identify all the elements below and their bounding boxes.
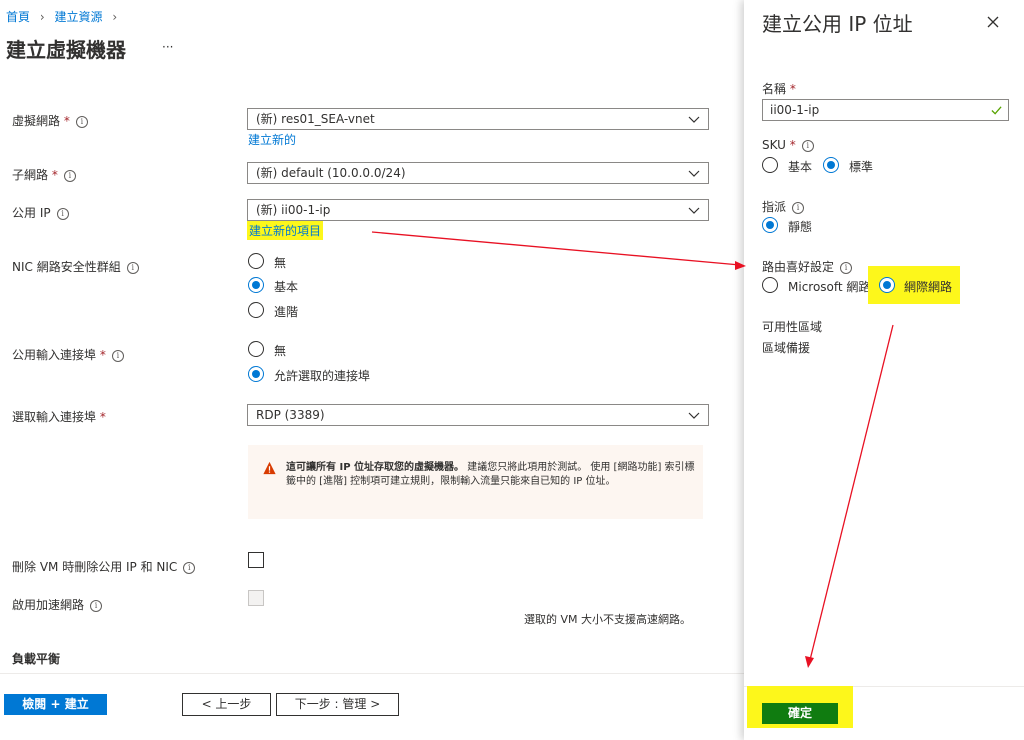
breadcrumb-home[interactable]: 首頁 <box>6 10 30 24</box>
info-icon: i <box>801 140 814 152</box>
prev-button[interactable]: < 上一步 <box>182 693 271 716</box>
nsg-advanced-radio[interactable] <box>248 302 264 318</box>
public-inbound-none-radio[interactable] <box>248 341 264 357</box>
sku-standard-label: 標準 <box>849 160 874 174</box>
public-ip-label: 公用 IP i <box>12 204 69 221</box>
public-inbound-label: 公用輸入連接埠 * i <box>12 346 124 363</box>
info-icon: i <box>126 262 139 274</box>
public-ip-select[interactable]: (新) ii00-1-ip <box>247 199 709 221</box>
chevron-right-icon: › <box>112 10 118 24</box>
chevron-down-icon <box>688 412 700 419</box>
next-button[interactable]: 下一步 : 管理 > <box>276 693 399 716</box>
chevron-down-icon <box>688 170 700 177</box>
panel-assignment-label: 指派 i <box>762 198 805 215</box>
ok-button[interactable]: 確定 <box>762 703 838 724</box>
nsg-advanced-label: 進階 <box>274 305 299 319</box>
nsg-basic-label: 基本 <box>274 280 299 294</box>
routing-internet-label: 網際網路 <box>904 280 953 294</box>
close-icon[interactable] <box>987 16 999 28</box>
chevron-right-icon: › <box>39 10 45 24</box>
delete-with-vm-checkbox[interactable] <box>248 552 264 568</box>
nsg-label: NIC 網路安全性群組 i <box>12 258 139 275</box>
sku-basic-radio[interactable] <box>762 157 778 173</box>
assignment-static-label: 靜態 <box>788 220 813 234</box>
info-icon: i <box>63 170 76 182</box>
panel-name-input[interactable]: ii00-1-ip <box>762 99 1009 121</box>
chevron-down-icon <box>688 207 700 214</box>
info-icon: i <box>56 208 69 220</box>
inbound-ports-label: 選取輸入連接埠 * <box>12 410 106 424</box>
breadcrumb: 首頁 › 建立資源 › <box>6 8 117 25</box>
delete-with-vm-label: 刪除 VM 時刪除公用 IP 和 NIC i <box>12 558 196 575</box>
nsg-none-radio[interactable] <box>248 253 264 269</box>
inbound-ports-select[interactable]: RDP (3389) <box>247 404 709 426</box>
nsg-basic-radio[interactable] <box>248 277 264 293</box>
arrow-to-routing <box>371 231 746 270</box>
page-title: 建立虛擬機器 <box>6 38 126 62</box>
info-icon: i <box>183 562 196 574</box>
more-options-icon[interactable]: ··· <box>162 40 173 54</box>
routing-microsoft-label: Microsoft 網路 <box>788 280 871 294</box>
info-icon: i <box>840 262 853 274</box>
accel-net-label: 啟用加速網路 i <box>12 596 103 613</box>
warning-box: 這可讓所有 IP 位址存取您的虛擬機器。 建議您只將此項用於測試。 使用 [網路… <box>248 445 703 519</box>
public-inbound-allow-label: 允許選取的連接埠 <box>274 369 371 383</box>
check-icon <box>991 106 1002 115</box>
info-icon: i <box>75 116 88 128</box>
info-icon: i <box>111 350 124 362</box>
panel-name-label: 名稱 * <box>762 82 796 96</box>
vnet-label: 虛擬網路 * i <box>12 112 88 129</box>
load-balance-heading: 負載平衡 <box>12 652 61 666</box>
footer-divider <box>0 673 744 674</box>
vnet-select[interactable]: (新) res01_SEA-vnet <box>247 108 709 130</box>
panel-sku-label: SKU * i <box>762 138 814 152</box>
public-inbound-allow-radio[interactable] <box>248 366 264 382</box>
sku-basic-label: 基本 <box>788 160 813 174</box>
info-icon: i <box>792 202 805 214</box>
assignment-static-radio[interactable] <box>762 217 778 233</box>
panel-routing-label: 路由喜好設定 i <box>762 258 853 275</box>
panel-availability-label: 可用性區域 <box>762 320 823 334</box>
panel-title: 建立公用 IP 位址 <box>762 12 913 36</box>
accel-net-note: 選取的 VM 大小不支援高速網路。 <box>524 613 692 626</box>
warning-bold-text: 這可讓所有 IP 位址存取您的虛擬機器。 <box>286 462 465 473</box>
routing-internet-radio[interactable] <box>879 277 895 293</box>
chevron-down-icon <box>688 116 700 123</box>
subnet-label: 子網路 * i <box>12 166 76 183</box>
breadcrumb-create-resource[interactable]: 建立資源 <box>54 10 102 24</box>
sku-standard-radio[interactable] <box>823 157 839 173</box>
nsg-none-label: 無 <box>274 256 287 270</box>
subnet-select[interactable]: (新) default (10.0.0.0/24) <box>247 162 709 184</box>
vnet-create-link[interactable]: 建立新的 <box>248 131 296 148</box>
panel-availability-value: 區域備援 <box>762 341 811 355</box>
create-public-ip-panel: 建立公用 IP 位址 名稱 * ii00-1-ip SKU * i 基本 標準 指… <box>744 0 1024 740</box>
info-icon: i <box>90 600 103 612</box>
accel-net-checkbox <box>248 590 264 606</box>
public-ip-create-link[interactable]: 建立新的項目 <box>247 221 324 240</box>
routing-microsoft-radio[interactable] <box>762 277 778 293</box>
public-inbound-none-label: 無 <box>274 344 287 358</box>
review-create-button[interactable]: 檢閱 + 建立 <box>4 694 107 715</box>
warning-icon <box>263 461 276 475</box>
